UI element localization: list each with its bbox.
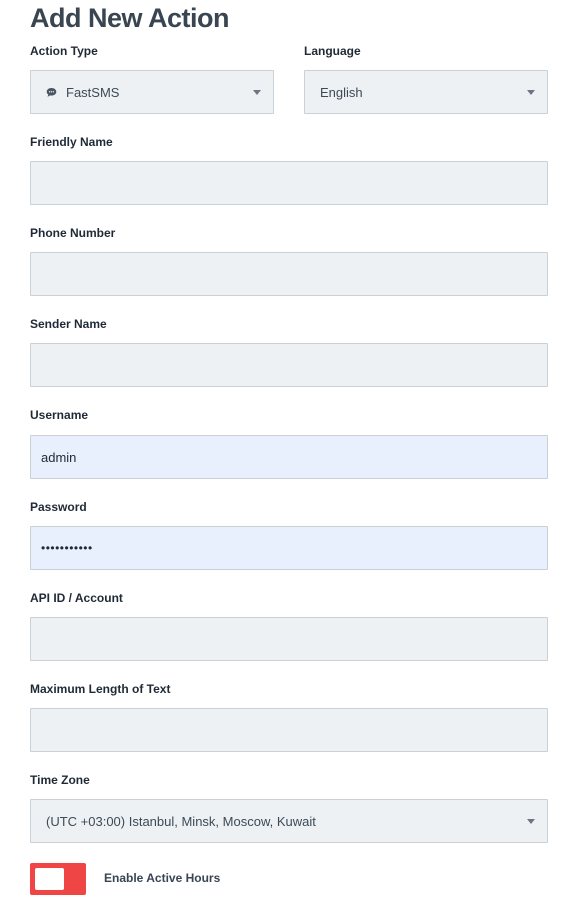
api-id-label: API ID / Account (30, 591, 123, 605)
chevron-down-icon (527, 90, 535, 95)
toggle-knob (35, 868, 64, 890)
max-length-label: Maximum Length of Text (30, 682, 171, 696)
max-length-input[interactable] (30, 708, 548, 752)
action-type-label: Action Type (30, 44, 98, 58)
password-label: Password (30, 500, 87, 514)
friendly-name-label: Friendly Name (30, 135, 113, 149)
api-id-input[interactable] (30, 617, 548, 661)
time-zone-label: Time Zone (30, 773, 90, 787)
phone-number-input[interactable] (30, 252, 548, 296)
chevron-down-icon (527, 819, 535, 824)
language-select[interactable]: English (304, 70, 548, 114)
sender-name-label: Sender Name (30, 317, 107, 331)
language-label: Language (304, 44, 361, 58)
chat-bubble-icon (46, 87, 57, 98)
chevron-down-icon (253, 90, 261, 95)
action-type-value-wrap: FastSMS (46, 71, 119, 113)
page-title: Add New Action (30, 3, 230, 33)
action-type-value: FastSMS (66, 84, 120, 100)
password-input[interactable]: ••••••••••• (30, 526, 548, 570)
password-value: ••••••••••• (41, 541, 93, 555)
username-label: Username (30, 408, 89, 422)
language-value: English (320, 84, 363, 100)
time-zone-select[interactable]: (UTC +03:00) Istanbul, Minsk, Moscow, Ku… (30, 799, 548, 843)
friendly-name-input[interactable] (30, 161, 548, 205)
sender-name-input[interactable] (30, 343, 548, 387)
username-value: admin (41, 449, 77, 465)
username-input[interactable]: admin (30, 435, 548, 479)
action-type-select[interactable]: FastSMS (30, 70, 274, 114)
active-hours-label: Enable Active Hours (104, 871, 221, 885)
phone-number-label: Phone Number (30, 226, 116, 240)
time-zone-value: (UTC +03:00) Istanbul, Minsk, Moscow, Ku… (46, 813, 316, 829)
active-hours-toggle[interactable] (30, 863, 86, 895)
